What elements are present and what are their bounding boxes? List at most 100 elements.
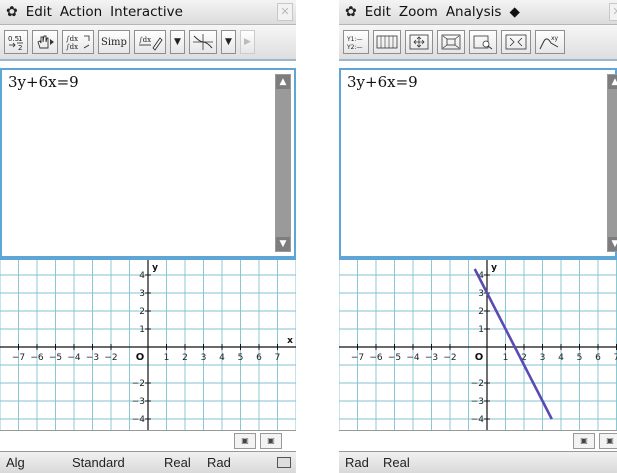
x-tick-label: 4 bbox=[558, 353, 564, 363]
graph-editor-area[interactable]: 3y+6x=9 ▲ ▼ bbox=[339, 68, 617, 258]
x-tick-label: 7 bbox=[275, 353, 281, 363]
toolbar: Y1:— Y2:— xy bbox=[339, 25, 617, 61]
x-tick-label: −6 bbox=[30, 353, 44, 363]
status-angle: Rad bbox=[207, 455, 231, 470]
menu-more[interactable]: ◆ bbox=[509, 4, 519, 20]
chevron-down-icon[interactable]: ▼ bbox=[220, 30, 236, 54]
table-icon[interactable] bbox=[373, 30, 401, 54]
integral-button[interactable]: ∫dx ∫dx bbox=[62, 30, 94, 54]
hand-icon[interactable] bbox=[32, 30, 58, 54]
equation-input[interactable]: 3y+6x=9 bbox=[347, 73, 418, 91]
status-format: Standard bbox=[72, 455, 125, 470]
auto-zoom-icon[interactable] bbox=[501, 30, 531, 54]
menu-edit[interactable]: Edit bbox=[26, 4, 52, 20]
toolbar: 0.5 1 2 ∫dx ∫dx Simp ∫dx ▼ ▼ ▶ bbox=[0, 25, 296, 61]
paste-icon[interactable]: ▣ bbox=[260, 433, 282, 449]
svg-text:Y1:—: Y1:— bbox=[346, 36, 363, 43]
y-tick-label: 4 bbox=[139, 271, 145, 281]
scroll-right-icon[interactable]: ▶ bbox=[239, 30, 255, 54]
x-tick-label: −2 bbox=[104, 353, 117, 363]
graph-window[interactable]: −7−6−5−4−3−212345674321−2−3−4Oxy bbox=[0, 258, 296, 430]
menu-zoom[interactable]: Zoom bbox=[399, 4, 438, 20]
y-tick-label: −2 bbox=[471, 379, 484, 389]
scrollbar[interactable]: ▲ ▼ bbox=[607, 74, 617, 252]
zoom-in-icon[interactable] bbox=[469, 30, 497, 54]
scroll-up-icon[interactable]: ▲ bbox=[276, 75, 290, 89]
status-bar: Rad Real bbox=[339, 452, 617, 473]
y-tick-label: 2 bbox=[139, 307, 145, 317]
y-tick-label: −4 bbox=[471, 415, 485, 425]
equation-input[interactable]: 3y+6x=9 bbox=[8, 73, 79, 91]
menu-edit[interactable]: Edit bbox=[365, 4, 391, 20]
y-tick-label: −2 bbox=[132, 379, 145, 389]
x-tick-label: −2 bbox=[443, 353, 456, 363]
x-tick-label: −3 bbox=[86, 353, 99, 363]
gear-icon[interactable]: ✿ bbox=[6, 4, 18, 20]
close-icon[interactable]: ✕ bbox=[609, 3, 617, 21]
scroll-down-icon[interactable]: ▼ bbox=[276, 237, 290, 251]
scroll-up-icon[interactable]: ▲ bbox=[608, 75, 617, 89]
x-tick-label: 4 bbox=[219, 353, 225, 363]
graph-editor-button[interactable]: Y1:— Y2:— bbox=[343, 30, 369, 54]
menu-analysis[interactable]: Analysis bbox=[446, 4, 502, 20]
x-tick-label: 7 bbox=[614, 353, 617, 363]
status-bar: Alg Standard Real Rad bbox=[0, 452, 296, 473]
menu-bar: ✿ Edit Zoom Analysis ◆ ✕ bbox=[339, 0, 617, 25]
svg-text:1: 1 bbox=[18, 35, 22, 43]
x-tick-label: −4 bbox=[406, 353, 420, 363]
graph-window[interactable]: −7−6−5−4−3−212345674321−2−3−4Oxy bbox=[339, 258, 617, 430]
x-tick-label: −5 bbox=[388, 353, 401, 363]
trace-icon[interactable]: xy bbox=[535, 30, 565, 54]
x-tick-label: 5 bbox=[577, 353, 583, 363]
gear-icon[interactable]: ✿ bbox=[345, 4, 357, 20]
svg-text:xy: xy bbox=[551, 35, 559, 42]
battery-icon bbox=[277, 457, 291, 468]
x-tick-label: −5 bbox=[49, 353, 62, 363]
menu-interactive[interactable]: Interactive bbox=[110, 4, 183, 20]
graph-screen: ✿ Edit Zoom Analysis ◆ ✕ Y1:— Y2:— bbox=[339, 0, 617, 473]
y-axis-label: y bbox=[152, 263, 158, 273]
main-input-area[interactable]: 3y+6x=9 ▲ ▼ bbox=[0, 68, 296, 258]
graph-plot: −7−6−5−4−3−212345674321−2−3−4Oxy bbox=[339, 260, 617, 430]
y-tick-label: 1 bbox=[139, 325, 145, 335]
status-angle: Rad bbox=[345, 455, 369, 470]
svg-text:∫dx: ∫dx bbox=[66, 35, 78, 43]
x-tick-label: −7 bbox=[351, 353, 364, 363]
y-tick-label: 3 bbox=[478, 289, 484, 299]
x-tick-label: 3 bbox=[540, 353, 546, 363]
copy-icon[interactable]: ▣ bbox=[573, 433, 595, 449]
message-line: ▣ ▣ bbox=[339, 430, 617, 452]
chevron-down-icon[interactable]: ▼ bbox=[169, 30, 185, 54]
y-tick-label: 1 bbox=[478, 325, 484, 335]
x-tick-label: −4 bbox=[67, 353, 81, 363]
y-tick-label: 2 bbox=[478, 307, 484, 317]
status-mode: Alg bbox=[6, 455, 25, 470]
message-line: ▣ ▣ bbox=[0, 430, 296, 452]
integral-edit-button[interactable]: ∫dx bbox=[133, 30, 166, 54]
svg-text:Y2:—: Y2:— bbox=[346, 44, 363, 51]
simplify-button[interactable]: Simp bbox=[98, 30, 130, 54]
scroll-down-icon[interactable]: ▼ bbox=[608, 237, 617, 251]
main-screen: ✿ Edit Action Interactive ✕ 0.5 1 2 ∫dx … bbox=[0, 0, 296, 473]
close-icon[interactable]: ✕ bbox=[277, 3, 293, 21]
status-number-mode: Real bbox=[383, 455, 410, 470]
plotted-line bbox=[473, 268, 553, 420]
paste-icon[interactable]: ▣ bbox=[599, 433, 617, 449]
x-axis-label: x bbox=[287, 336, 293, 346]
x-tick-label: −3 bbox=[425, 353, 438, 363]
x-tick-label: 6 bbox=[595, 353, 601, 363]
menu-bar: ✿ Edit Action Interactive ✕ bbox=[0, 0, 296, 25]
y-tick-label: 3 bbox=[139, 289, 145, 299]
x-tick-label: 6 bbox=[256, 353, 262, 363]
x-tick-label: 1 bbox=[164, 353, 170, 363]
origin-label: O bbox=[136, 352, 145, 363]
copy-icon[interactable]: ▣ bbox=[234, 433, 256, 449]
zoom-box-icon[interactable] bbox=[437, 30, 465, 54]
graph-icon[interactable] bbox=[188, 30, 217, 54]
scrollbar[interactable]: ▲ ▼ bbox=[275, 74, 291, 252]
fraction-decimal-icon: 0.5 1 2 bbox=[8, 35, 23, 51]
menu-action[interactable]: Action bbox=[60, 4, 102, 20]
pan-icon[interactable] bbox=[405, 30, 433, 54]
fraction-decimal-toggle-button[interactable]: 0.5 1 2 bbox=[4, 30, 28, 54]
svg-text:∫dx: ∫dx bbox=[139, 36, 151, 44]
